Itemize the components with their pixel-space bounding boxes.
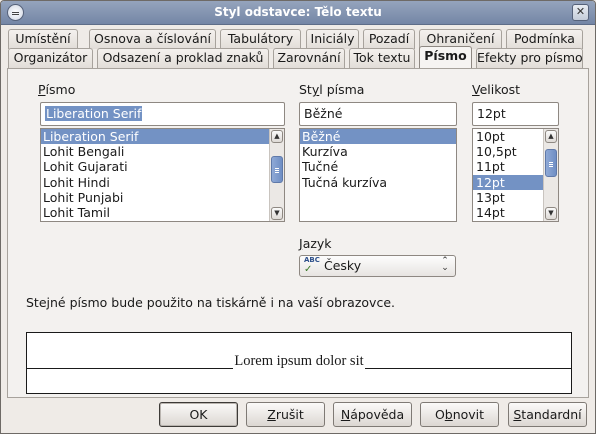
- font-listbox[interactable]: Liberation Serif Lohit Bengali Lohit Guj…: [40, 128, 285, 222]
- help-button[interactable]: Nápověda: [333, 402, 412, 427]
- font-preview: Lorem ipsum dolor sit: [26, 332, 572, 394]
- spellcheck-icon: ABC ✓: [304, 256, 320, 275]
- list-item[interactable]: Kurzíva: [300, 144, 456, 159]
- tab-pismo[interactable]: Písmo: [419, 46, 472, 68]
- title-bar: Styl odstavce: Tělo textu ✕: [1, 1, 595, 25]
- tab-inicialy[interactable]: Iniciály: [306, 29, 359, 49]
- font-scrollbar[interactable]: ▲ ▼: [269, 129, 284, 221]
- scroll-thumb[interactable]: [271, 156, 283, 183]
- tab-organizator[interactable]: Organizátor: [8, 48, 93, 68]
- font-input[interactable]: Liberation Serif: [40, 102, 285, 126]
- list-item[interactable]: Liberation Serif: [41, 129, 284, 145]
- language-combobox[interactable]: ABC ✓ Česky ⌃ ⌄: [299, 255, 456, 277]
- size-label: Velikost: [472, 82, 521, 97]
- style-input[interactable]: Běžné: [299, 102, 457, 126]
- list-item[interactable]: Lohit Bengali: [41, 144, 284, 159]
- size-listbox[interactable]: 10pt 10,5pt 11pt 12pt 13pt 14pt ▲ ▼: [472, 128, 559, 222]
- preview-text: Lorem ipsum dolor sit: [233, 353, 365, 369]
- size-scrollbar[interactable]: ▲ ▼: [543, 129, 558, 221]
- tab-odsazeni[interactable]: Odsazení a proklad znaků: [97, 48, 269, 68]
- language-label: Jazyk: [299, 236, 332, 251]
- list-item[interactable]: Tučné: [300, 159, 456, 174]
- scroll-down-icon[interactable]: ▼: [545, 207, 557, 220]
- scroll-up-icon[interactable]: ▲: [271, 130, 283, 143]
- reset-button[interactable]: Obnovit: [420, 402, 499, 427]
- tab-panel-pismo: Písmo Liberation Serif Liberation Serif …: [7, 68, 589, 398]
- style-label: Styl písma: [299, 82, 365, 97]
- list-item[interactable]: Tučná kurzíva: [300, 175, 456, 190]
- cancel-button[interactable]: Zrušit: [246, 402, 325, 427]
- list-item[interactable]: Lohit Tamil: [41, 205, 284, 220]
- info-text: Stejné písmo bude použito na tiskárně i …: [26, 295, 395, 310]
- window-title: Styl odstavce: Tělo textu: [214, 5, 382, 19]
- size-input[interactable]: 12pt: [472, 102, 559, 126]
- tab-osnova[interactable]: Osnova a číslování: [89, 29, 216, 49]
- tab-tabulatory[interactable]: Tabulátory: [220, 29, 301, 49]
- scroll-thumb[interactable]: [545, 149, 557, 177]
- tab-zarovnani[interactable]: Zarovnání: [273, 48, 345, 68]
- standard-button[interactable]: Standardní: [508, 402, 587, 427]
- style-listbox[interactable]: Běžné Kurzíva Tučné Tučná kurzíva: [299, 128, 457, 222]
- tab-umisteni[interactable]: Umístění: [8, 29, 78, 49]
- scroll-down-icon[interactable]: ▼: [271, 207, 283, 220]
- list-item[interactable]: Lohit Hindi: [41, 175, 284, 190]
- chevron-updown-icon: ⌃ ⌄: [441, 256, 449, 273]
- dialog-window: Styl odstavce: Tělo textu ✕ Umístění Osn…: [0, 0, 596, 434]
- tab-podminka[interactable]: Podmínka: [506, 29, 583, 49]
- list-item[interactable]: 12pt: [473, 174, 543, 190]
- ok-button[interactable]: OK: [159, 402, 238, 427]
- font-label: Písmo: [38, 82, 76, 97]
- language-value: Česky: [324, 258, 362, 273]
- font-input-value: Liberation Serif: [45, 106, 143, 121]
- list-item[interactable]: Běžné: [300, 129, 456, 145]
- close-icon[interactable]: ✕: [572, 4, 589, 21]
- tab-tok-textu[interactable]: Tok textu: [349, 48, 415, 68]
- scroll-up-icon[interactable]: ▲: [545, 130, 557, 143]
- list-item[interactable]: Lohit Gujarati: [41, 159, 284, 174]
- tab-pozadi[interactable]: Pozadí: [363, 29, 415, 49]
- tab-efekty-pro-pismo[interactable]: Efekty pro písmo: [476, 48, 583, 68]
- list-item[interactable]: Lohit Punjabi: [41, 190, 284, 205]
